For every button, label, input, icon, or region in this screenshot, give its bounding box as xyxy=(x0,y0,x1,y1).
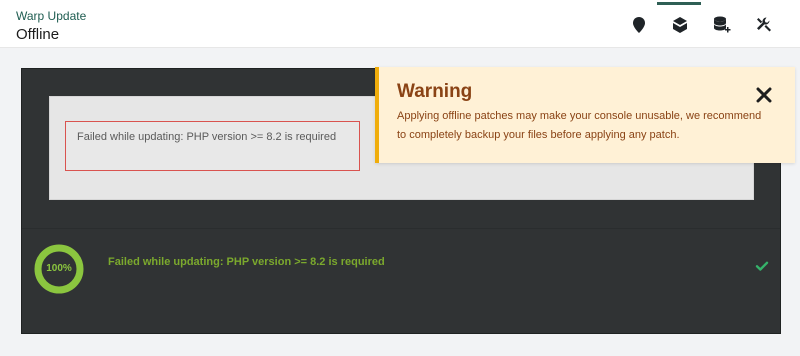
tools-icon[interactable] xyxy=(754,15,774,35)
database-add-icon[interactable] xyxy=(712,15,732,35)
page-title: Offline xyxy=(16,26,60,43)
warning-title: Warning xyxy=(397,81,473,102)
check-icon xyxy=(755,259,769,273)
progress-ring: 100% xyxy=(33,243,85,295)
error-message-box: Failed while updating: PHP version >= 8.… xyxy=(65,121,360,171)
warning-notification: Warning Applying offline patches may mak… xyxy=(375,67,795,163)
location-pin-icon[interactable] xyxy=(629,15,649,35)
active-tab-indicator xyxy=(657,2,701,5)
console-divider xyxy=(22,228,780,229)
close-icon[interactable] xyxy=(755,86,773,104)
error-message: Failed while updating: PHP version >= 8.… xyxy=(77,131,337,143)
warning-message: Applying offline patches may make your c… xyxy=(397,110,762,141)
status-message: Failed while updating: PHP version >= 8.… xyxy=(108,256,385,268)
app-title: Warp Update xyxy=(16,9,87,23)
box-icon[interactable] xyxy=(670,15,690,35)
top-navigation-bar: Warp Update Offline xyxy=(0,0,800,48)
warp-update-page: Warp Update Offline Failed while updatin… xyxy=(0,0,800,356)
progress-label: 100% xyxy=(46,263,72,274)
